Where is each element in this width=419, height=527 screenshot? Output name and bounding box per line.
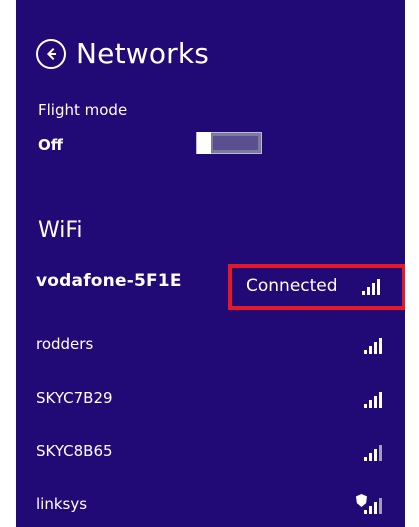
wifi-signal-icon	[362, 277, 386, 295]
network-name: SKYC8B65	[36, 441, 113, 460]
page-title: Networks	[76, 37, 210, 70]
signal-bar-3	[372, 283, 375, 295]
toggle-knob	[197, 132, 211, 154]
network-row[interactable]: linksys	[36, 487, 396, 521]
wifi-signal-icon	[364, 443, 388, 461]
signal-bar-2	[369, 346, 372, 354]
network-name: rodders	[36, 334, 94, 353]
signal-bar-2	[367, 287, 370, 295]
wifi-signal-icon	[364, 390, 388, 408]
toggle-track	[213, 136, 258, 150]
signal-bar-4	[379, 445, 382, 461]
signal-bar-1	[364, 457, 367, 461]
network-row[interactable]: SKYC7B29	[36, 381, 396, 415]
network-name: SKYC7B29	[36, 388, 113, 407]
signal-bar-2	[369, 506, 372, 514]
back-arrow-icon	[46, 47, 56, 61]
connection-status: Connected	[246, 276, 338, 296]
signal-bar-3	[374, 502, 377, 514]
signal-bar-1	[362, 291, 365, 295]
signal-bar-2	[369, 400, 372, 408]
network-row[interactable]: rodders	[36, 327, 396, 361]
signal-bar-4	[379, 498, 382, 514]
network-name: linksys	[36, 494, 88, 513]
flight-mode-label: Flight mode	[38, 101, 128, 119]
secured-wifi-signal-icon	[356, 494, 388, 514]
wifi-section-title: WiFi	[38, 218, 83, 243]
signal-bar-3	[374, 396, 377, 408]
signal-bar-1	[364, 350, 367, 354]
signal-bar-2	[369, 453, 372, 461]
signal-bar-4	[379, 392, 382, 408]
panel-header: Networks	[36, 34, 209, 74]
signal-bar-1	[364, 404, 367, 408]
signal-bar-3	[374, 449, 377, 461]
signal-bar-4	[377, 279, 380, 295]
wifi-signal-icon	[364, 336, 388, 354]
flight-mode-state: Off	[38, 136, 63, 154]
network-panel: Networks Flight mode Off WiFi vodafone-5…	[16, 0, 405, 527]
flight-mode-toggle[interactable]	[196, 132, 262, 154]
lock-icon	[356, 494, 367, 507]
signal-bar-4	[379, 338, 382, 354]
network-name: vodafone-5F1E	[36, 270, 182, 291]
network-row[interactable]: vodafone-5F1E	[36, 264, 396, 298]
back-button[interactable]	[36, 39, 66, 69]
signal-bar-3	[374, 342, 377, 354]
signal-bar-1	[364, 510, 367, 514]
network-row[interactable]: SKYC8B65	[36, 434, 396, 468]
